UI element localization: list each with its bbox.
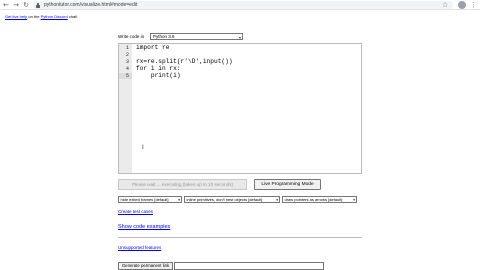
code-line[interactable]: rx=re.split(r'\D',input()) <box>136 58 233 65</box>
line-number-active: 5 <box>119 73 132 79</box>
language-selected: Python 3.6 <box>153 34 175 39</box>
browser-toolbar: ← → ↻ pythontutor.com/visualize.html#mod… <box>0 0 480 10</box>
line-number-gutter: 1 2 3 4 5 <box>119 44 132 173</box>
frames-option-select[interactable]: hide exited frames [default] ▾ <box>118 196 182 203</box>
generate-permalink-button[interactable]: Generate permanent link <box>118 262 173 270</box>
chevron-down-icon: ▾ <box>178 197 180 202</box>
frames-option-value: hide exited frames [default] <box>120 197 169 202</box>
address-bar[interactable]: pythontutor.com/visualize.html#mode=edit <box>33 1 453 9</box>
python-discord-link[interactable]: Python Discord <box>41 14 68 19</box>
text-cursor-icon: I <box>142 144 144 151</box>
code-editor[interactable]: 1 2 3 4 5 import re rx=re.split(r'\D',in… <box>118 43 362 174</box>
live-programming-button[interactable]: Live Programming Mode <box>254 179 321 190</box>
visualize-execution-button[interactable]: Please wait ... executing (takes up to 1… <box>118 179 247 190</box>
pointers-option-value: draw pointers as arrows [default] <box>284 197 343 202</box>
code-line[interactable]: print(i) <box>136 72 181 79</box>
permalink-field[interactable] <box>174 262 324 270</box>
back-icon[interactable]: ← <box>2 1 10 9</box>
write-code-label: Write code in <box>118 34 145 39</box>
line-number: 4 <box>125 66 129 72</box>
language-select[interactable]: Python 3.6 ▾ <box>150 33 243 40</box>
lock-icon <box>36 2 40 8</box>
help-end-text: chat! <box>67 14 78 19</box>
live-help-link[interactable]: Get live help <box>5 14 27 19</box>
pointers-option-select[interactable]: draw pointers as arrows [default] ▾ <box>282 196 357 203</box>
divider <box>118 237 362 238</box>
chevron-down-icon: ▾ <box>353 197 355 202</box>
code-line[interactable]: import re <box>136 44 169 51</box>
profile-avatar[interactable] <box>458 1 466 9</box>
code-line[interactable]: for i in rx: <box>136 65 181 72</box>
create-test-cases-link[interactable]: Create test cases <box>118 209 153 214</box>
bookmark-star-icon[interactable]: ☆ <box>442 1 448 9</box>
primitives-option-select[interactable]: inline primitives, don't nest objects [d… <box>184 196 280 203</box>
line-number: 1 <box>125 45 129 51</box>
chevron-down-icon: ▾ <box>276 197 278 202</box>
line-number: 2 <box>125 52 129 58</box>
help-line: Get live help on the Python Discord chat… <box>5 14 78 19</box>
line-number: 3 <box>125 59 129 65</box>
reload-icon[interactable]: ↻ <box>22 1 30 9</box>
help-middle-text: on the <box>27 14 41 19</box>
primitives-option-value: inline primitives, don't nest objects [d… <box>186 197 263 202</box>
browser-menu-icon[interactable]: ⋮ <box>470 1 477 9</box>
forward-icon[interactable]: → <box>12 1 20 9</box>
unsupported-features-link[interactable]: Unsupported features <box>118 245 161 250</box>
url-text: pythontutor.com/visualize.html#mode=edit <box>44 2 138 8</box>
chevron-down-icon: ▾ <box>238 35 241 40</box>
show-code-examples-link[interactable]: Show code examples <box>118 224 170 230</box>
